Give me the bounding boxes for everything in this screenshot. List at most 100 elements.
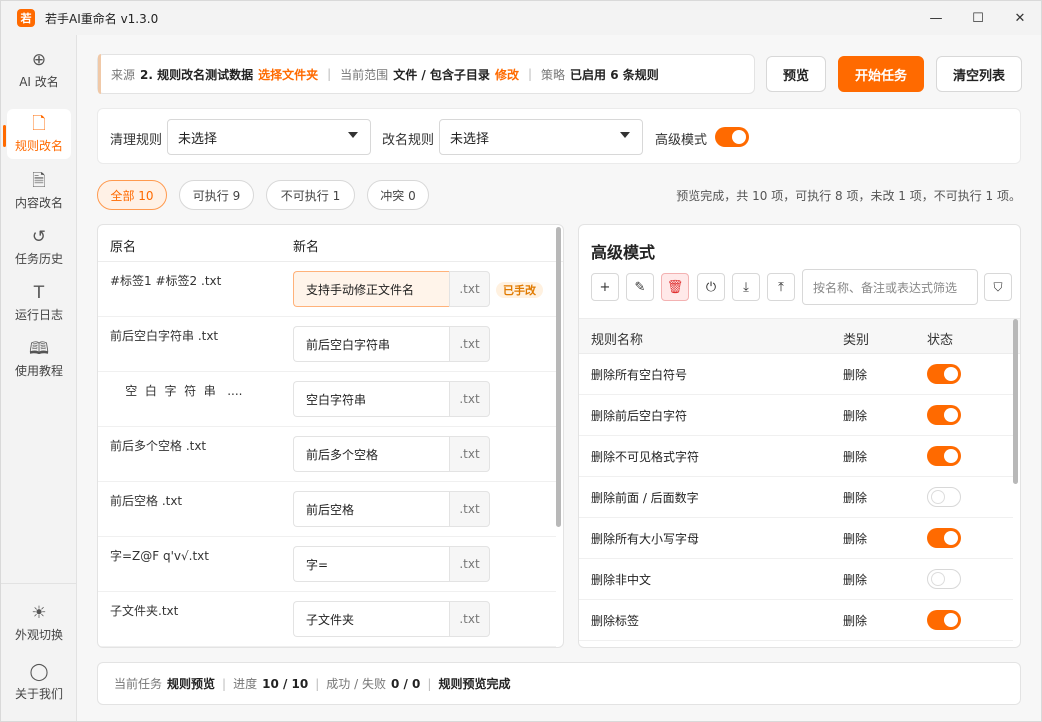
col-rule-name: 规则名称: [591, 333, 644, 348]
vertical-scrollbar[interactable]: [556, 227, 561, 527]
rule-row: 删除所有大小写字母 删除: [579, 518, 1013, 559]
add-rule-icon[interactable]: +: [591, 273, 619, 301]
advanced-mode-toggle[interactable]: [715, 127, 749, 147]
edit-icon[interactable]: ✎: [626, 273, 654, 301]
rule-status-toggle[interactable]: [927, 569, 961, 589]
app-title: 若手AI重命名 v1.3.0: [45, 11, 159, 26]
new-name-input[interactable]: 字=: [293, 546, 449, 582]
sidebar-item-appearance[interactable]: ☀ 外观切换: [7, 598, 71, 648]
sidebar: ⊕ AI 改名 🗋 规则改名 🗎 内容改名 ↺ 任务历史 T 运行日志 🕮 使用…: [1, 35, 77, 721]
advanced-mode-label: 高级模式: [655, 133, 708, 148]
rule-type: 删除: [843, 368, 868, 382]
chip-executable[interactable]: 可执行 9: [179, 180, 254, 210]
rule-status-toggle[interactable]: [927, 610, 961, 630]
app-logo-icon: 若: [17, 9, 35, 27]
source-value: 2. 规则改名测试数据: [140, 67, 254, 82]
toggle-knob: [732, 130, 746, 144]
power-icon[interactable]: ⏻: [697, 273, 725, 301]
rename-rule-select[interactable]: 未选择: [439, 119, 643, 155]
table-row: 前后空白字符串 .txt 前后空白字符串 .txt: [98, 317, 556, 372]
delete-icon[interactable]: 🗑: [661, 273, 689, 301]
rule-type: 删除: [843, 450, 868, 464]
chip-all[interactable]: 全部 10: [97, 180, 167, 210]
extension-field: .txt: [449, 491, 490, 527]
col-original-name: 原名: [110, 240, 137, 255]
result-value: 0 / 0: [390, 676, 421, 691]
rename-rule-label: 改名规则: [382, 133, 435, 148]
rule-type: 删除: [843, 614, 868, 628]
sidebar-item-label: 外观切换: [14, 627, 63, 642]
sidebar-item-label: 运行日志: [14, 307, 63, 322]
start-task-button[interactable]: 开始任务: [838, 56, 924, 92]
sidebar-item-label: 规则改名: [14, 138, 63, 153]
chip-not-executable[interactable]: 不可执行 1: [266, 180, 355, 210]
file-preview-table: 原名 新名 #标签1 #标签2 .txt 支持手动修正文件名 .txt 已手改 …: [97, 224, 564, 648]
sidebar-item-label: 关于我们: [14, 686, 63, 701]
rule-row: 删除前后空白字符 删除: [579, 395, 1013, 436]
sidebar-item-content-rename[interactable]: 🗎 内容改名: [7, 166, 71, 216]
rule-name: 删除前面 / 后面数字: [591, 491, 699, 505]
table-row: 字=Z@F q'v√.txt 字= .txt: [98, 537, 556, 592]
rule-status-toggle[interactable]: [927, 405, 961, 425]
rule-name: 删除所有空白符号: [591, 368, 688, 382]
sidebar-item-label: 使用教程: [14, 363, 63, 378]
new-name-input[interactable]: 前后多个空格: [293, 436, 449, 472]
original-name: 空 白 字 符 串 ....: [110, 384, 243, 398]
rule-search-input[interactable]: 按名称、备注或表达式筛选: [802, 269, 978, 305]
new-name-input[interactable]: 前后空格: [293, 491, 449, 527]
table-row: 空 白 字 符 串 .... 空白字符串 .txt: [98, 372, 556, 427]
info-accent: [98, 54, 101, 94]
file-icon: 🗋: [32, 113, 46, 134]
new-name-input[interactable]: 子文件夹: [293, 601, 449, 637]
extension-field: .txt: [449, 436, 490, 472]
scope-label: 当前范围: [340, 67, 389, 82]
rule-type: 删除: [843, 491, 868, 505]
rename-rule-value: 未选择: [450, 131, 490, 147]
vertical-scrollbar[interactable]: [1013, 319, 1018, 484]
close-button[interactable]: ✕: [999, 1, 1041, 35]
clean-rule-select[interactable]: 未选择: [167, 119, 371, 155]
import-icon[interactable]: ⤓: [732, 273, 760, 301]
separator: |: [315, 676, 320, 691]
caret-down-icon: [620, 132, 630, 138]
export-icon[interactable]: ⤒: [767, 273, 795, 301]
preview-button[interactable]: 预览: [766, 56, 826, 92]
select-folder-link[interactable]: 选择文件夹: [258, 66, 318, 83]
original-name: 前后多个空格 .txt: [110, 439, 207, 453]
original-name: 前后空格 .txt: [110, 494, 183, 508]
toggle-knob: [931, 490, 945, 504]
minimize-button[interactable]: —: [915, 1, 957, 35]
rule-name: 删除标签: [591, 614, 640, 628]
sidebar-item-tutorial[interactable]: 🕮 使用教程: [7, 334, 71, 384]
new-name-input[interactable]: 前后空白字符串: [293, 326, 449, 362]
extension-field: .txt: [449, 601, 490, 637]
new-name-input[interactable]: 支持手动修正文件名: [293, 271, 449, 307]
task-state: 规则预览完成: [438, 677, 511, 691]
sidebar-item-rule-rename[interactable]: 🗋 规则改名: [7, 109, 71, 159]
window-controls: — ☐ ✕: [915, 1, 1041, 35]
rule-status-toggle[interactable]: [927, 528, 961, 548]
maximize-button[interactable]: ☐: [957, 1, 999, 35]
source-info-bar: 来源 2. 规则改名测试数据 选择文件夹 | 当前范围 文件 / 包含子目录 修…: [97, 54, 755, 94]
sidebar-item-about[interactable]: ◯ 关于我们: [7, 657, 71, 707]
advanced-mode-panel: 高级模式 + ✎ 🗑 ⏻ ⤓ ⤒ 按名称、备注或表达式筛选 ⛉ 规则名称 类别 …: [578, 224, 1021, 648]
rule-status-toggle[interactable]: [927, 364, 961, 384]
rule-name: 删除前后空白字符: [591, 409, 688, 423]
caret-down-icon: [348, 132, 358, 138]
new-name-input[interactable]: 空白字符串: [293, 381, 449, 417]
rule-status-toggle[interactable]: [927, 487, 961, 507]
sidebar-item-ai-rename[interactable]: ⊕ AI 改名: [7, 45, 71, 95]
sidebar-divider: [1, 583, 76, 584]
col-new-name: 新名: [293, 240, 320, 255]
modify-scope-link[interactable]: 修改: [495, 66, 519, 83]
result-label: 成功 / 失败: [326, 677, 386, 691]
clear-list-button[interactable]: 清空列表: [936, 56, 1022, 92]
rule-name: 删除所有大小写字母: [591, 532, 700, 546]
col-rule-status: 状态: [927, 333, 954, 348]
sidebar-item-task-history[interactable]: ↺ 任务历史: [7, 222, 71, 272]
sidebar-item-run-log[interactable]: T 运行日志: [7, 278, 71, 328]
filter-icon[interactable]: ⛉: [984, 273, 1012, 301]
chip-conflict[interactable]: 冲突 0: [367, 180, 429, 210]
rule-status-toggle[interactable]: [927, 446, 961, 466]
preview-summary: 预览完成，共 10 项，可执行 8 项，未改 1 项，不可执行 1 项。: [676, 189, 1021, 203]
